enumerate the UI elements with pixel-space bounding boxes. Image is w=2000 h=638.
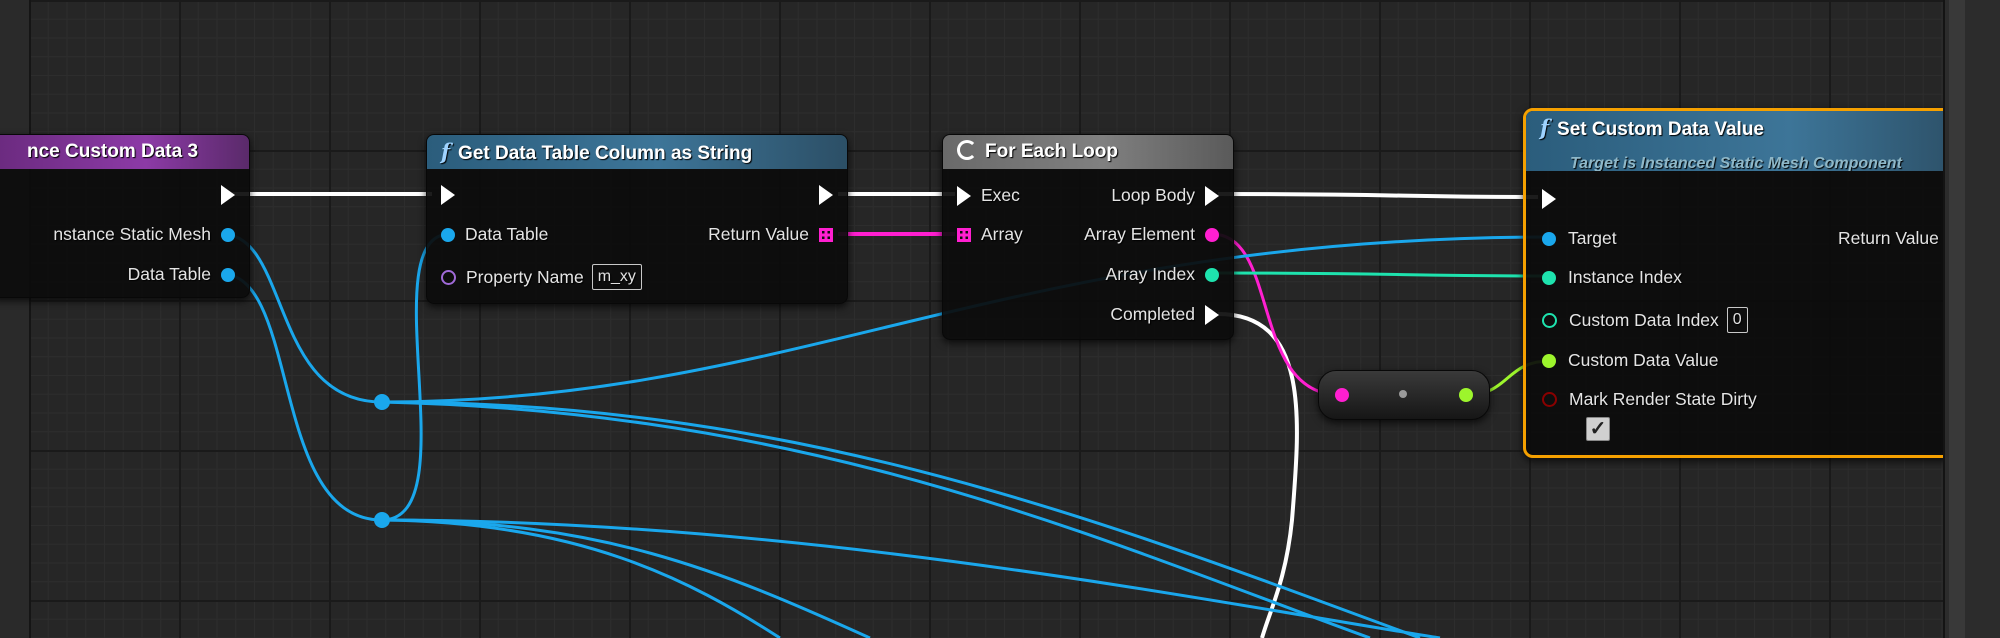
exec-in-pin[interactable] bbox=[441, 185, 455, 205]
pin-completed[interactable]: Completed bbox=[1110, 304, 1219, 325]
conversion-input-pin-icon[interactable] bbox=[1335, 388, 1349, 402]
wildcard-pin-icon bbox=[1205, 227, 1219, 242]
object-pin-icon bbox=[1542, 231, 1556, 246]
pin-custom-data-value[interactable]: Custom Data Value bbox=[1542, 350, 1718, 371]
custom-data-index-input[interactable]: 0 bbox=[1726, 307, 1748, 333]
integer-pin-outline-icon bbox=[1542, 312, 1557, 328]
pin-label: Target bbox=[1568, 228, 1617, 248]
array-grid-pin-icon bbox=[819, 227, 833, 242]
node-set-custom-data-value[interactable]: f Set Custom Data Value Target is Instanc… bbox=[1523, 108, 1969, 458]
node-title: Get Data Table Column as String bbox=[458, 143, 753, 164]
node-title: Set Custom Data Value bbox=[1557, 119, 1764, 140]
node-header: For Each Loop bbox=[943, 135, 1233, 169]
node-subtitle: Target is Instanced Static Mesh Componen… bbox=[1570, 155, 1902, 171]
exec-arrow-icon bbox=[819, 185, 833, 205]
pin-property-name[interactable]: Property Name m_xy bbox=[441, 264, 642, 290]
right-panel-edge bbox=[1943, 0, 2000, 638]
checkmark-icon: ✓ bbox=[1589, 418, 1607, 440]
node-title: nce Custom Data 3 bbox=[27, 141, 199, 162]
exec-out-pin[interactable] bbox=[221, 185, 235, 205]
wire-datatable-to-reroute2 bbox=[221, 272, 383, 522]
blueprint-graph-canvas[interactable]: nce Custom Data 3 nstance Static Mesh Da… bbox=[0, 0, 2000, 638]
array-grid-pin-icon bbox=[957, 227, 971, 242]
pin-exec[interactable]: Exec bbox=[957, 185, 1020, 206]
function-icon: f bbox=[441, 139, 451, 164]
exec-arrow-icon bbox=[1205, 304, 1219, 325]
pin-label: Return Value bbox=[708, 224, 809, 244]
exec-arrow-icon bbox=[441, 185, 455, 205]
pin-label: Data Table bbox=[127, 264, 211, 284]
node-get-data-table-column-as-string[interactable]: f Get Data Table Column as String Data Ta… bbox=[426, 134, 848, 304]
wire-reroute1-offscreen-a bbox=[381, 400, 1421, 638]
object-pin-icon bbox=[221, 227, 235, 242]
integer-pin-icon bbox=[1205, 267, 1219, 282]
pin-target[interactable]: Target bbox=[1542, 228, 1617, 249]
pin-label: Completed bbox=[1110, 304, 1195, 324]
float-pin-icon bbox=[1542, 353, 1556, 368]
wire-reroute2-offscreen-a bbox=[381, 518, 871, 638]
pin-label: Custom Data Index bbox=[1569, 309, 1719, 330]
pin-return-value[interactable]: Return Value bbox=[708, 224, 833, 245]
conversion-output-pin-icon[interactable] bbox=[1459, 388, 1473, 402]
exec-arrow-icon bbox=[221, 185, 235, 205]
pin-label: Mark Render State Dirty bbox=[1569, 389, 1757, 409]
node-set-instance-custom-data[interactable]: nce Custom Data 3 nstance Static Mesh Da… bbox=[0, 134, 250, 298]
exec-out-pin[interactable] bbox=[819, 185, 833, 205]
exec-arrow-icon bbox=[1542, 189, 1556, 209]
pin-label: Return Value bbox=[1838, 228, 1939, 248]
pin-label: Instance Index bbox=[1568, 267, 1682, 287]
node-header: f Set Custom Data Value Target is Instanc… bbox=[1526, 111, 1966, 171]
pin-instance-index[interactable]: Instance Index bbox=[1542, 267, 1682, 288]
pin-array-element[interactable]: Array Element bbox=[1084, 224, 1219, 245]
pin-instance-static-mesh[interactable]: nstance Static Mesh bbox=[53, 224, 235, 245]
pin-label: nstance Static Mesh bbox=[53, 224, 211, 244]
pin-label: Array bbox=[981, 224, 1023, 244]
node-title: For Each Loop bbox=[985, 141, 1118, 162]
bool-pin-outline-icon bbox=[1542, 392, 1557, 407]
node-header: f Get Data Table Column as String bbox=[427, 135, 847, 169]
pin-custom-data-index[interactable]: Custom Data Index 0 bbox=[1542, 307, 1748, 333]
mark-render-state-dirty-checkbox[interactable]: ✓ bbox=[1586, 417, 1610, 441]
pin-label: Data Table bbox=[465, 224, 549, 244]
node-header: nce Custom Data 3 bbox=[0, 135, 249, 169]
pin-label: Property Name bbox=[466, 266, 584, 287]
pin-data-table[interactable]: Data Table bbox=[128, 264, 235, 285]
wire-array-index-to-instance-index bbox=[1211, 271, 1549, 278]
pin-array-index[interactable]: Array Index bbox=[1106, 264, 1219, 285]
loop-macro-icon bbox=[957, 140, 977, 160]
pin-label: Loop Body bbox=[1111, 185, 1195, 205]
property-name-input[interactable]: m_xy bbox=[591, 264, 642, 290]
reroute-knot-1 bbox=[374, 394, 390, 410]
node-conversion[interactable] bbox=[1318, 370, 1490, 420]
pin-label: Array Element bbox=[1084, 224, 1195, 244]
pin-label: Custom Data Value bbox=[1568, 350, 1719, 370]
exec-in-pin[interactable] bbox=[1542, 189, 1556, 209]
object-pin-icon bbox=[441, 227, 455, 242]
integer-pin-icon bbox=[1542, 270, 1556, 285]
exec-arrow-icon bbox=[957, 185, 971, 206]
conversion-center-icon bbox=[1399, 390, 1407, 398]
pin-mark-render-state-dirty[interactable]: Mark Render State Dirty bbox=[1542, 389, 1757, 410]
pin-label: Array Index bbox=[1105, 264, 1195, 284]
pin-label: Exec bbox=[981, 185, 1020, 205]
function-icon: f bbox=[1540, 115, 1550, 140]
reroute-knot-2 bbox=[374, 512, 390, 528]
object-pin-icon bbox=[221, 267, 235, 282]
node-for-each-loop[interactable]: For Each Loop Exec Loop Body Array Array… bbox=[942, 134, 1234, 340]
struct-pin-outline-icon bbox=[441, 269, 456, 285]
pin-return-value[interactable]: Return Value bbox=[1838, 228, 1939, 249]
exec-wire-loopbody-to-set bbox=[1217, 192, 1539, 199]
pin-loop-body[interactable]: Loop Body bbox=[1111, 185, 1219, 206]
exec-arrow-icon bbox=[1205, 185, 1219, 206]
pin-data-table-input[interactable]: Data Table bbox=[441, 224, 548, 245]
scrollbar-track[interactable] bbox=[1949, 0, 1965, 638]
pin-array[interactable]: Array bbox=[957, 224, 1023, 245]
